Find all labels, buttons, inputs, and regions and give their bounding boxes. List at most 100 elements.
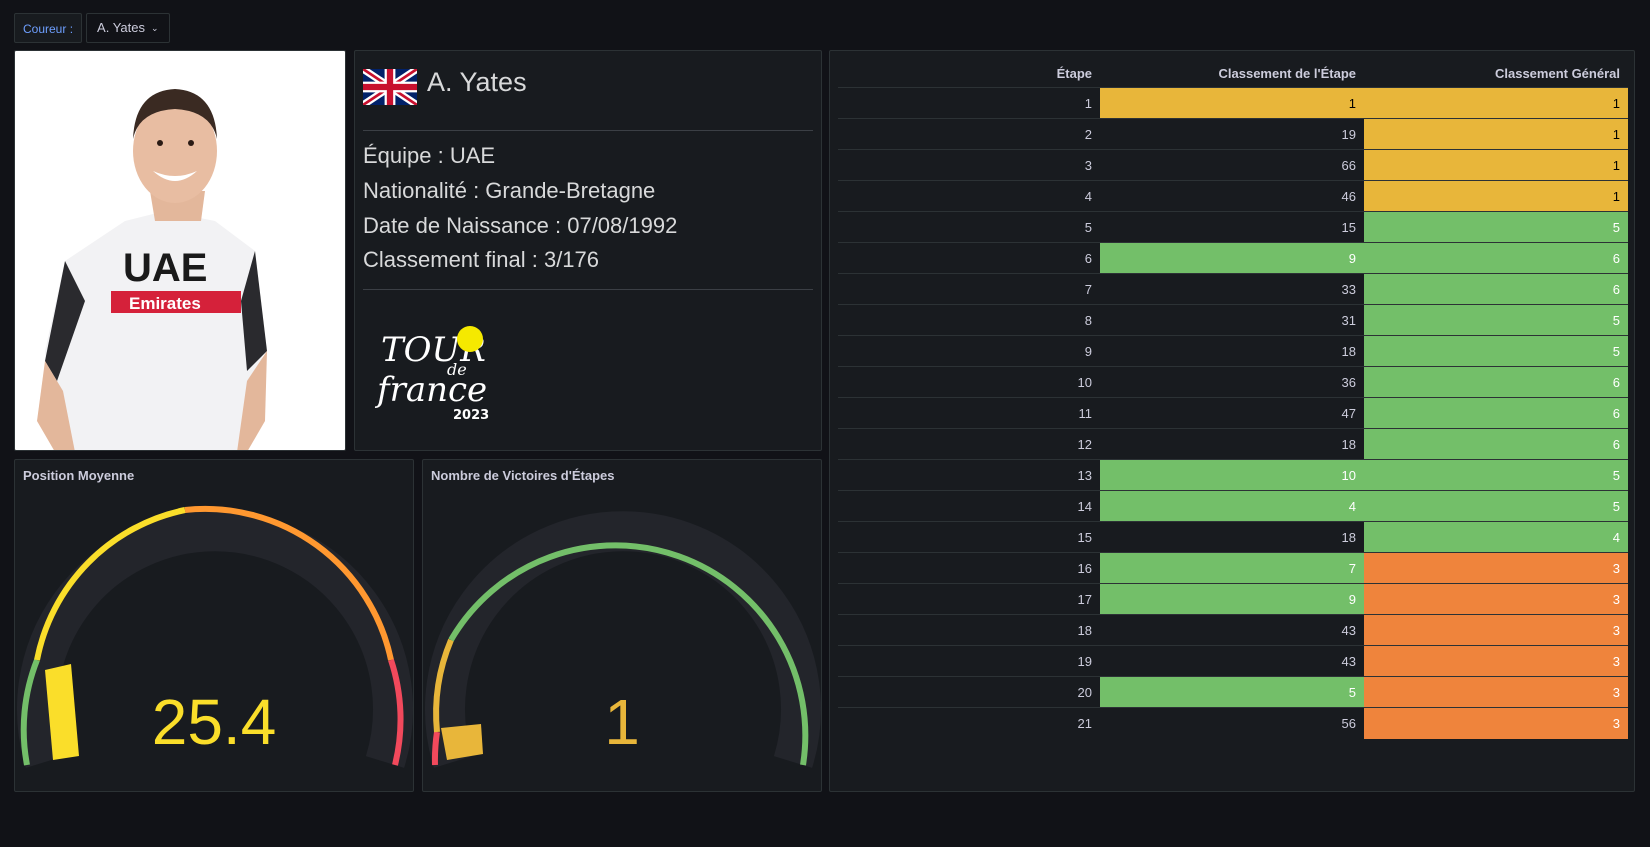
rider-select[interactable]: A. Yates ⌄: [86, 13, 170, 43]
general-ranking-cell: 3: [1364, 614, 1628, 646]
divider: [363, 130, 813, 131]
stage-cell: 17: [838, 583, 1100, 615]
stage-ranking-cell: 18: [1100, 521, 1364, 553]
general-ranking-cell: 3: [1364, 552, 1628, 584]
header-stage-ranking[interactable]: Classement de l'Étape: [1100, 59, 1364, 88]
stage-ranking-cell: 19: [1100, 118, 1364, 150]
stage-cell: 14: [838, 490, 1100, 522]
stage-ranking-cell: 10: [1100, 459, 1364, 491]
table-row: 3 66 1: [838, 149, 1628, 181]
gauge-value: 1: [604, 686, 640, 758]
table-header-row: Étape Classement de l'Étape Classement G…: [838, 59, 1628, 88]
svg-text:france: france: [374, 370, 487, 410]
stage-cell: 12: [838, 428, 1100, 460]
general-ranking-cell: 3: [1364, 583, 1628, 615]
general-ranking-cell: 6: [1364, 428, 1628, 460]
team-line: Équipe : UAE: [363, 143, 496, 168]
stage-ranking-cell: 1: [1100, 87, 1364, 119]
average-position-gauge-panel: Position Moyenne 25.4: [14, 459, 414, 792]
stage-cell: 5: [838, 211, 1100, 243]
stage-cell: 2: [838, 118, 1100, 150]
stage-cell: 15: [838, 521, 1100, 553]
stage-wins-gauge-panel: Nombre de Victoires d'Étapes 1: [422, 459, 822, 792]
table-row: 20 5 3: [838, 676, 1628, 708]
table-row: 14 4 5: [838, 490, 1628, 522]
stage-cell: 4: [838, 180, 1100, 212]
stage-ranking-cell: 15: [1100, 211, 1364, 243]
stage-ranking-cell: 46: [1100, 180, 1364, 212]
general-ranking-cell: 5: [1364, 459, 1628, 491]
general-ranking-cell: 5: [1364, 335, 1628, 367]
stage-ranking-cell: 43: [1100, 614, 1364, 646]
stage-cell: 9: [838, 335, 1100, 367]
stage-cell: 7: [838, 273, 1100, 305]
rider-photo-panel: UAE Emirates: [14, 50, 346, 451]
table-row: 8 31 5: [838, 304, 1628, 336]
svg-text:UAE: UAE: [123, 246, 207, 290]
stage-table: Étape Classement de l'Étape Classement G…: [838, 59, 1628, 739]
stage-ranking-cell: 31: [1100, 304, 1364, 336]
stage-cell: 20: [838, 676, 1100, 708]
stage-cell: 10: [838, 366, 1100, 398]
variable-bar: Coureur : A. Yates ⌄: [14, 13, 170, 43]
gauge-value: 25.4: [151, 686, 277, 758]
general-ranking-cell: 6: [1364, 397, 1628, 429]
general-ranking-cell: 5: [1364, 304, 1628, 336]
table-row: 21 56 3: [838, 707, 1628, 739]
stage-cell: 11: [838, 397, 1100, 429]
stage-ranking-cell: 18: [1100, 335, 1364, 367]
stage-cell: 18: [838, 614, 1100, 646]
general-ranking-cell: 6: [1364, 242, 1628, 274]
stage-ranking-cell: 43: [1100, 645, 1364, 677]
header-stage[interactable]: Étape: [838, 59, 1100, 88]
general-ranking-cell: 1: [1364, 149, 1628, 181]
rider-name: A. Yates: [427, 67, 527, 97]
general-ranking-cell: 5: [1364, 490, 1628, 522]
rider-photo: UAE Emirates: [15, 51, 345, 450]
table-row: 17 9 3: [838, 583, 1628, 615]
stage-cell: 13: [838, 459, 1100, 491]
uk-flag-icon: [363, 69, 417, 105]
table-row: 19 43 3: [838, 645, 1628, 677]
general-ranking-cell: 1: [1364, 180, 1628, 212]
stage-ranking-cell: 9: [1100, 583, 1364, 615]
divider: [363, 289, 813, 290]
table-row: 111: [838, 87, 1628, 119]
stage-cell: 19: [838, 645, 1100, 677]
general-ranking-cell: 1: [1364, 118, 1628, 150]
general-ranking-cell: 6: [1364, 273, 1628, 305]
general-ranking-cell: 5: [1364, 211, 1628, 243]
table-row: 11 47 6: [838, 397, 1628, 429]
general-ranking-cell: 3: [1364, 645, 1628, 677]
chevron-down-icon: ⌄: [150, 23, 159, 33]
stage-cell: 1: [838, 87, 1100, 119]
table-row: 9 18 5: [838, 335, 1628, 367]
table-row: 15 18 4: [838, 521, 1628, 553]
table-row: 2 19 1: [838, 118, 1628, 150]
stage-ranking-cell: 36: [1100, 366, 1364, 398]
table-row: 18 43 3: [838, 614, 1628, 646]
header-general-ranking[interactable]: Classement Général: [1364, 59, 1628, 88]
table-row: 16 7 3: [838, 552, 1628, 584]
rider-select-value: A. Yates: [97, 20, 145, 35]
stage-cell: 21: [838, 707, 1100, 739]
svg-text:Emirates: Emirates: [129, 294, 201, 313]
stage-ranking-cell: 47: [1100, 397, 1364, 429]
birth-date-line: Date de Naissance : 07/08/1992: [363, 213, 678, 238]
general-ranking-cell: 3: [1364, 707, 1628, 739]
table-row: 12 18 6: [838, 428, 1628, 460]
stage-ranking-cell: 7: [1100, 552, 1364, 584]
final-ranking-line: Classement final : 3/176: [363, 247, 600, 272]
nationality-line: Nationalité : Grande-Bretagne: [363, 178, 656, 203]
general-ranking-cell: 3: [1364, 676, 1628, 708]
stage-ranking-cell: 9: [1100, 242, 1364, 274]
stage-cell: 3: [838, 149, 1100, 181]
stage-ranking-cell: 66: [1100, 149, 1364, 181]
svg-text:2023: 2023: [453, 408, 489, 423]
rider-info-panel: A. Yates Équipe : UAE Nationalité : Gran…: [354, 50, 822, 451]
stage-ranking-cell: 33: [1100, 273, 1364, 305]
table-row: 7 33 6: [838, 273, 1628, 305]
stage-ranking-cell: 56: [1100, 707, 1364, 739]
stage-table-panel: Étape Classement de l'Étape Classement G…: [829, 50, 1635, 792]
stage-cell: 16: [838, 552, 1100, 584]
